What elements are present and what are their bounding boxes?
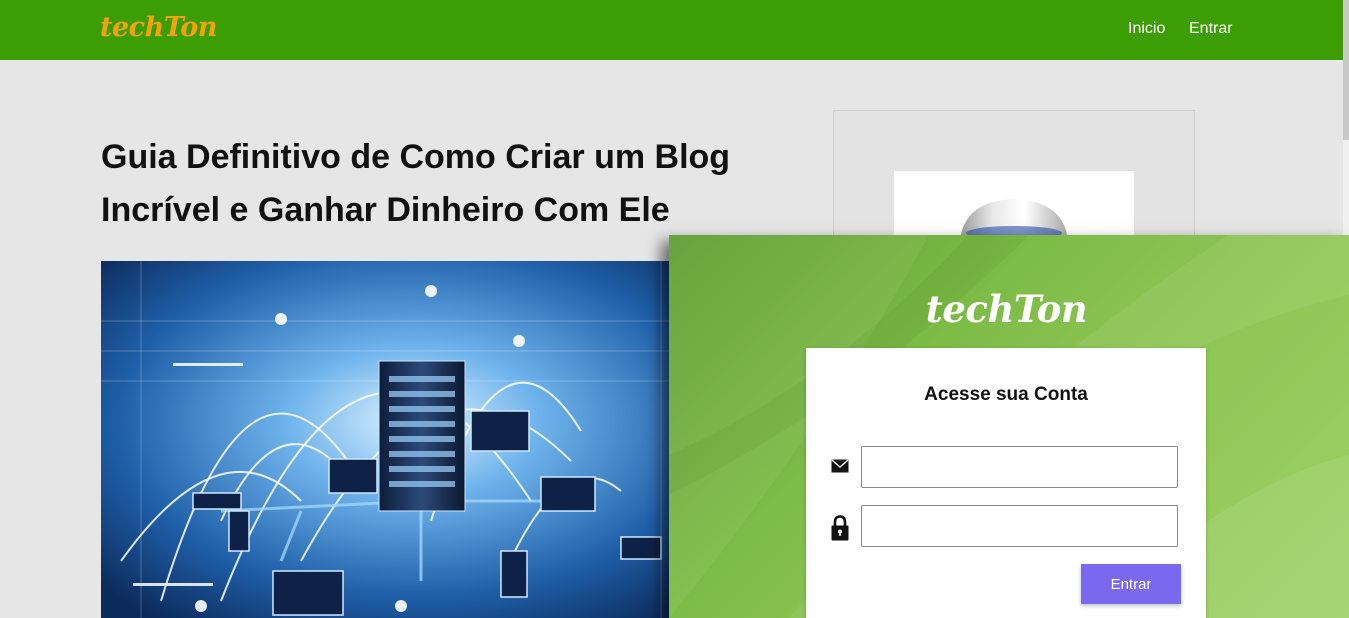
password-field[interactable]	[861, 505, 1178, 547]
login-card: Acesse sua Conta Entrar	[806, 348, 1206, 618]
modal-logo: techTon	[925, 287, 1088, 331]
login-modal: techTon Acesse sua Conta Entrar	[669, 235, 1349, 618]
article-hero-image	[101, 261, 701, 618]
scrollbar-thumb[interactable]	[1343, 0, 1349, 140]
mug-photo	[894, 171, 1134, 241]
nav-link-entrar[interactable]: Entrar	[1189, 20, 1233, 38]
article-title: Guia Definitivo de Como Criar um Blog In…	[101, 138, 731, 229]
site-logo[interactable]: techTon	[100, 12, 217, 43]
network-server-illustration	[101, 261, 701, 618]
sidebar-ad-card	[833, 110, 1195, 242]
login-title: Acesse sua Conta	[924, 384, 1088, 405]
nav-link-inicio[interactable]: Inicio	[1128, 20, 1165, 38]
mug-image	[960, 199, 1068, 241]
login-submit-button[interactable]: Entrar	[1081, 564, 1181, 604]
email-field[interactable]	[861, 446, 1178, 488]
lock-icon	[831, 515, 849, 546]
envelope-icon	[831, 459, 849, 478]
top-navbar: techTon Inicio Entrar	[0, 0, 1343, 60]
